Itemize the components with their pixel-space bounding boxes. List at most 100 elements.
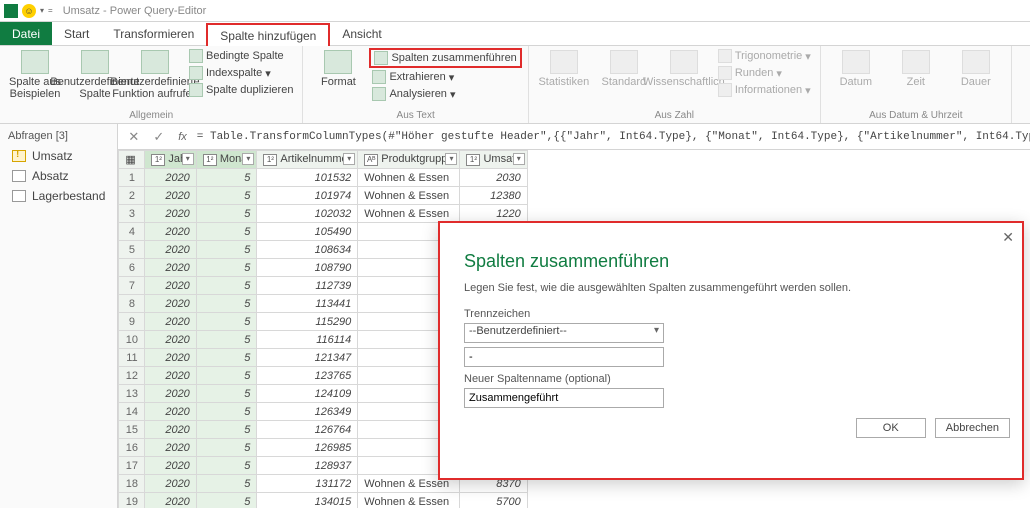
row-number[interactable]: 2: [119, 187, 145, 205]
cell[interactable]: 2020: [145, 295, 196, 313]
smile-icon[interactable]: ☺: [22, 4, 36, 18]
type-icon[interactable]: 1²: [466, 154, 480, 166]
tab-transform[interactable]: Transformieren: [101, 22, 206, 45]
column-header[interactable]: 1²Umsatz▾: [460, 151, 527, 169]
cell[interactable]: 116114: [257, 331, 358, 349]
cell[interactable]: 5: [196, 259, 257, 277]
row-number[interactable]: 5: [119, 241, 145, 259]
column-filter-icon[interactable]: ▾: [513, 153, 525, 165]
corner-cell[interactable]: ▦: [119, 151, 145, 169]
cell[interactable]: 5: [196, 205, 257, 223]
row-number[interactable]: 15: [119, 421, 145, 439]
cell[interactable]: 2020: [145, 205, 196, 223]
cell[interactable]: 5: [196, 421, 257, 439]
row-number[interactable]: 8: [119, 295, 145, 313]
separator-select[interactable]: --Benutzerdefiniert--: [464, 323, 664, 343]
cell[interactable]: 134015: [257, 493, 358, 508]
cell[interactable]: 5: [196, 187, 257, 205]
invoke-function-button[interactable]: Benutzerdefinierte Funktion aufrufen: [126, 48, 184, 102]
row-number[interactable]: 18: [119, 475, 145, 493]
row-number[interactable]: 4: [119, 223, 145, 241]
cell[interactable]: 5700: [460, 493, 527, 508]
table-row[interactable]: 1920205134015Wohnen & Essen5700: [119, 493, 527, 508]
cell[interactable]: 5: [196, 331, 257, 349]
formula-text[interactable]: = Table.TransformColumnTypes(#"Höher ges…: [197, 131, 1030, 143]
cell[interactable]: 2020: [145, 313, 196, 331]
row-number[interactable]: 9: [119, 313, 145, 331]
format-button[interactable]: Format: [309, 48, 367, 90]
cell[interactable]: 5: [196, 241, 257, 259]
separator-custom-input[interactable]: [464, 347, 664, 367]
cell[interactable]: 131172: [257, 475, 358, 493]
cell[interactable]: 2020: [145, 259, 196, 277]
cell[interactable]: 2020: [145, 331, 196, 349]
row-number[interactable]: 12: [119, 367, 145, 385]
table-row[interactable]: 120205101532Wohnen & Essen2030: [119, 169, 527, 187]
cell[interactable]: 2020: [145, 241, 196, 259]
column-filter-icon[interactable]: ▾: [343, 153, 355, 165]
cell[interactable]: 2020: [145, 403, 196, 421]
extract-button[interactable]: Extrahieren ▾: [369, 69, 521, 85]
tab-view[interactable]: Ansicht: [330, 22, 393, 45]
column-header[interactable]: AᴮProduktgruppe▾: [358, 151, 460, 169]
tab-file[interactable]: Datei: [0, 22, 52, 45]
tab-start[interactable]: Start: [52, 22, 101, 45]
cell[interactable]: 5: [196, 457, 257, 475]
cell[interactable]: 105490: [257, 223, 358, 241]
cell[interactable]: 5: [196, 403, 257, 421]
statistics-button[interactable]: Statistiken: [535, 48, 593, 90]
cell[interactable]: 2020: [145, 223, 196, 241]
close-icon[interactable]: ✕: [1002, 229, 1014, 246]
row-number[interactable]: 11: [119, 349, 145, 367]
cell[interactable]: Wohnen & Essen: [358, 205, 460, 223]
cell[interactable]: 123765: [257, 367, 358, 385]
cell[interactable]: 5: [196, 385, 257, 403]
cell[interactable]: 5: [196, 295, 257, 313]
date-button[interactable]: Datum: [827, 48, 885, 90]
cell[interactable]: Wohnen & Essen: [358, 169, 460, 187]
cell[interactable]: 5: [196, 367, 257, 385]
cell[interactable]: 2020: [145, 277, 196, 295]
column-header[interactable]: 1²Artikelnummer▾: [257, 151, 358, 169]
cell[interactable]: 126764: [257, 421, 358, 439]
cell[interactable]: 102032: [257, 205, 358, 223]
conditional-column-button[interactable]: Bedingte Spalte: [186, 48, 296, 64]
cell[interactable]: Wohnen & Essen: [358, 493, 460, 508]
round-button[interactable]: Runden ▾: [715, 65, 814, 81]
row-number[interactable]: 13: [119, 385, 145, 403]
query-item[interactable]: Absatz: [8, 166, 109, 186]
row-number[interactable]: 1: [119, 169, 145, 187]
type-icon[interactable]: Aᴮ: [364, 154, 378, 166]
cell[interactable]: 2020: [145, 457, 196, 475]
tab-add-column[interactable]: Spalte hinzufügen: [206, 23, 330, 46]
column-filter-icon[interactable]: ▾: [242, 153, 254, 165]
row-number[interactable]: 10: [119, 331, 145, 349]
row-number[interactable]: 6: [119, 259, 145, 277]
cell[interactable]: 1220: [460, 205, 527, 223]
cell[interactable]: 124109: [257, 385, 358, 403]
cell[interactable]: 2020: [145, 169, 196, 187]
cell[interactable]: 5: [196, 277, 257, 295]
row-number[interactable]: 14: [119, 403, 145, 421]
cell[interactable]: 126985: [257, 439, 358, 457]
cell[interactable]: 2020: [145, 421, 196, 439]
fx-icon[interactable]: fx: [174, 131, 191, 143]
cell[interactable]: 108790: [257, 259, 358, 277]
cell[interactable]: 12380: [460, 187, 527, 205]
merge-columns-button[interactable]: Spalten zusammenführen: [369, 48, 521, 68]
cell[interactable]: 5: [196, 475, 257, 493]
cell[interactable]: 101532: [257, 169, 358, 187]
cell[interactable]: 5: [196, 493, 257, 508]
cell[interactable]: 2020: [145, 349, 196, 367]
cell[interactable]: 128937: [257, 457, 358, 475]
cell[interactable]: 2020: [145, 367, 196, 385]
cell[interactable]: 126349: [257, 403, 358, 421]
cell[interactable]: 2020: [145, 493, 196, 508]
type-icon[interactable]: 1²: [151, 154, 165, 166]
row-number[interactable]: 17: [119, 457, 145, 475]
cell[interactable]: 2020: [145, 475, 196, 493]
duration-button[interactable]: Dauer: [947, 48, 1005, 90]
cell[interactable]: 121347: [257, 349, 358, 367]
cell[interactable]: 2020: [145, 187, 196, 205]
cancel-button[interactable]: Abbrechen: [935, 418, 1010, 438]
